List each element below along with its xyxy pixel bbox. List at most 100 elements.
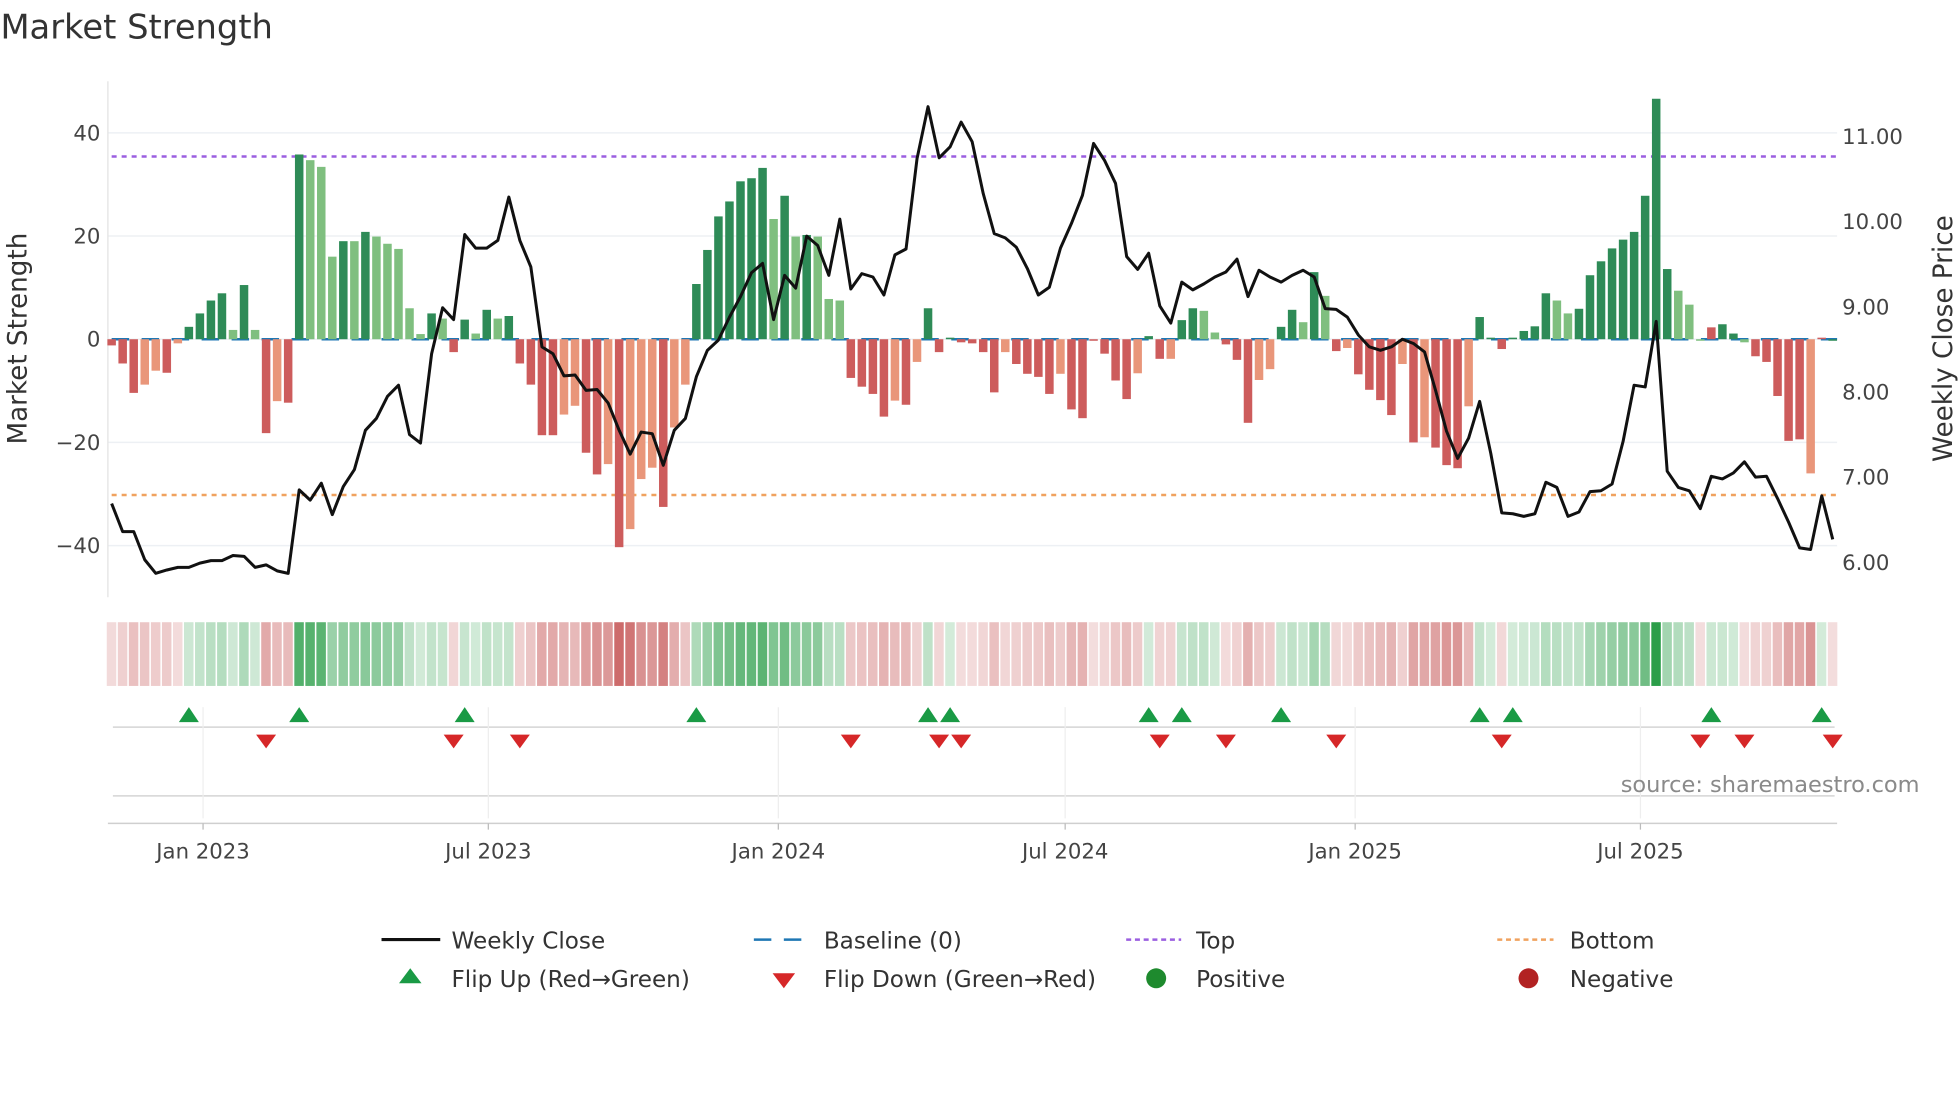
legend: Weekly Close Baseline (0) Top Bottom Fli…: [381, 928, 1674, 993]
heat-cell: [680, 622, 690, 686]
heat-cell: [206, 622, 216, 686]
heat-cell: [1375, 622, 1386, 686]
y2-tick-label: 6.00: [1842, 551, 1889, 576]
heat-cell: [349, 622, 359, 686]
strength-bar: [217, 293, 227, 340]
heat-cell: [437, 622, 448, 686]
right-axis-ticks: 11.00 10.00 9.00 8.00 7.00 6.00: [1842, 125, 1903, 576]
heat-cell: [1033, 622, 1043, 686]
heat-cell: [1552, 622, 1562, 686]
strength-bar: [1486, 337, 1495, 340]
strength-bar: [1674, 290, 1683, 340]
flip-up-marker: [940, 707, 961, 723]
legend-label: Flip Up (Red→Green): [451, 967, 689, 993]
heat-cell: [161, 622, 172, 686]
heat-cell: [1132, 622, 1143, 686]
heat-cell: [614, 622, 624, 686]
strength-bar: [945, 337, 955, 340]
flip-down-marker: [443, 734, 464, 749]
strength-bar: [890, 339, 900, 401]
heat-cell: [1397, 622, 1408, 686]
strength-bar: [1508, 337, 1518, 340]
legend-label: Bottom: [1570, 928, 1655, 954]
heat-cell: [1320, 622, 1330, 686]
legend-item-top[interactable]: Top: [1126, 928, 1235, 954]
heat-cell: [603, 622, 613, 686]
strength-bar: [901, 339, 911, 405]
legend-item-bottom[interactable]: Bottom: [1497, 928, 1654, 954]
heat-cell: [1496, 622, 1507, 686]
y-tick-label: −20: [56, 431, 101, 456]
heat-cell: [570, 622, 580, 686]
flip-down-marker: [256, 734, 277, 749]
strength-bar: [250, 329, 260, 340]
strength-bar: [449, 339, 458, 353]
heat-cell: [1772, 622, 1783, 686]
heat-cell: [592, 622, 602, 686]
legend-item-flip-down[interactable]: Flip Down (Green→Red): [772, 967, 1096, 993]
strength-bar: [1354, 339, 1363, 375]
strength-bar: [140, 339, 149, 385]
heat-cell: [526, 622, 536, 686]
strength-bar: [736, 181, 745, 340]
heat-cell: [283, 622, 293, 686]
heat-cell: [1198, 622, 1209, 686]
strength-bar: [239, 285, 249, 340]
red-dot-icon: [1518, 968, 1539, 989]
heat-cell: [228, 622, 238, 686]
strength-bar: [118, 339, 127, 364]
strength-bar: [1188, 308, 1198, 340]
strength-bar: [934, 339, 944, 353]
right-axis-label: Weekly Close Price: [1929, 215, 1959, 462]
flip-up-marker: [1502, 707, 1523, 723]
heat-cell: [1276, 622, 1286, 686]
heat-cell: [305, 622, 315, 686]
heat-cell: [1044, 622, 1055, 686]
legend-label: Top: [1195, 928, 1235, 954]
heat-cell: [470, 622, 481, 686]
heat-cell: [239, 622, 249, 686]
legend-item-weekly-close[interactable]: Weekly Close: [381, 928, 606, 954]
legend-item-flip-up[interactable]: Flip Up (Red→Green): [399, 967, 690, 993]
heat-cell: [868, 622, 878, 686]
legend-item-baseline[interactable]: Baseline (0): [753, 928, 962, 954]
legend-label: Flip Down (Green→Red): [824, 967, 1096, 993]
green-dot-icon: [1146, 968, 1167, 989]
strength-bar: [1718, 324, 1727, 340]
strength-bar: [1144, 336, 1153, 340]
strength-bar: [1596, 261, 1606, 340]
flip-down-marker: [509, 734, 530, 749]
strength-bar: [1409, 339, 1418, 443]
strength-bar: [1607, 248, 1617, 340]
heat-cell: [338, 622, 348, 686]
legend-item-negative[interactable]: Negative: [1518, 967, 1674, 993]
strength-bar: [1254, 339, 1264, 380]
flip-up-marker: [1271, 707, 1292, 723]
heat-cell: [1419, 622, 1430, 686]
y2-tick-label: 7.00: [1842, 466, 1889, 491]
market-strength-chart: Market Strength 40 20 0 −20 −40 11.00 10.00 9.…: [0, 8, 1959, 993]
heat-cell: [1750, 622, 1761, 686]
heat-cell: [250, 622, 260, 686]
x-tick-label: Jan 2025: [1306, 839, 1402, 864]
strength-bar: [107, 339, 116, 346]
strength-bar: [372, 236, 381, 340]
heat-cell: [537, 622, 547, 686]
heat-cell: [415, 622, 426, 686]
strength-bar: [515, 339, 525, 364]
heat-cell: [382, 622, 393, 686]
x-axis-ticks: Jan 2023 Jul 2023 Jan 2024 Jul 2024 Jan 2025…: [154, 823, 1684, 864]
strength-bar: [625, 339, 635, 530]
heat-cell: [1176, 622, 1187, 686]
strength-bar: [261, 339, 271, 434]
strength-bar: [614, 339, 624, 548]
strength-bar: [1012, 339, 1021, 364]
heat-cell: [625, 622, 635, 686]
flip-down-marker: [1215, 734, 1236, 749]
heat-cell: [1353, 622, 1363, 686]
heat-cell: [658, 622, 668, 686]
heat-cell: [1154, 622, 1165, 686]
strength-bar: [1651, 98, 1661, 340]
legend-item-positive[interactable]: Positive: [1146, 967, 1285, 993]
strength-bar: [1574, 308, 1584, 340]
